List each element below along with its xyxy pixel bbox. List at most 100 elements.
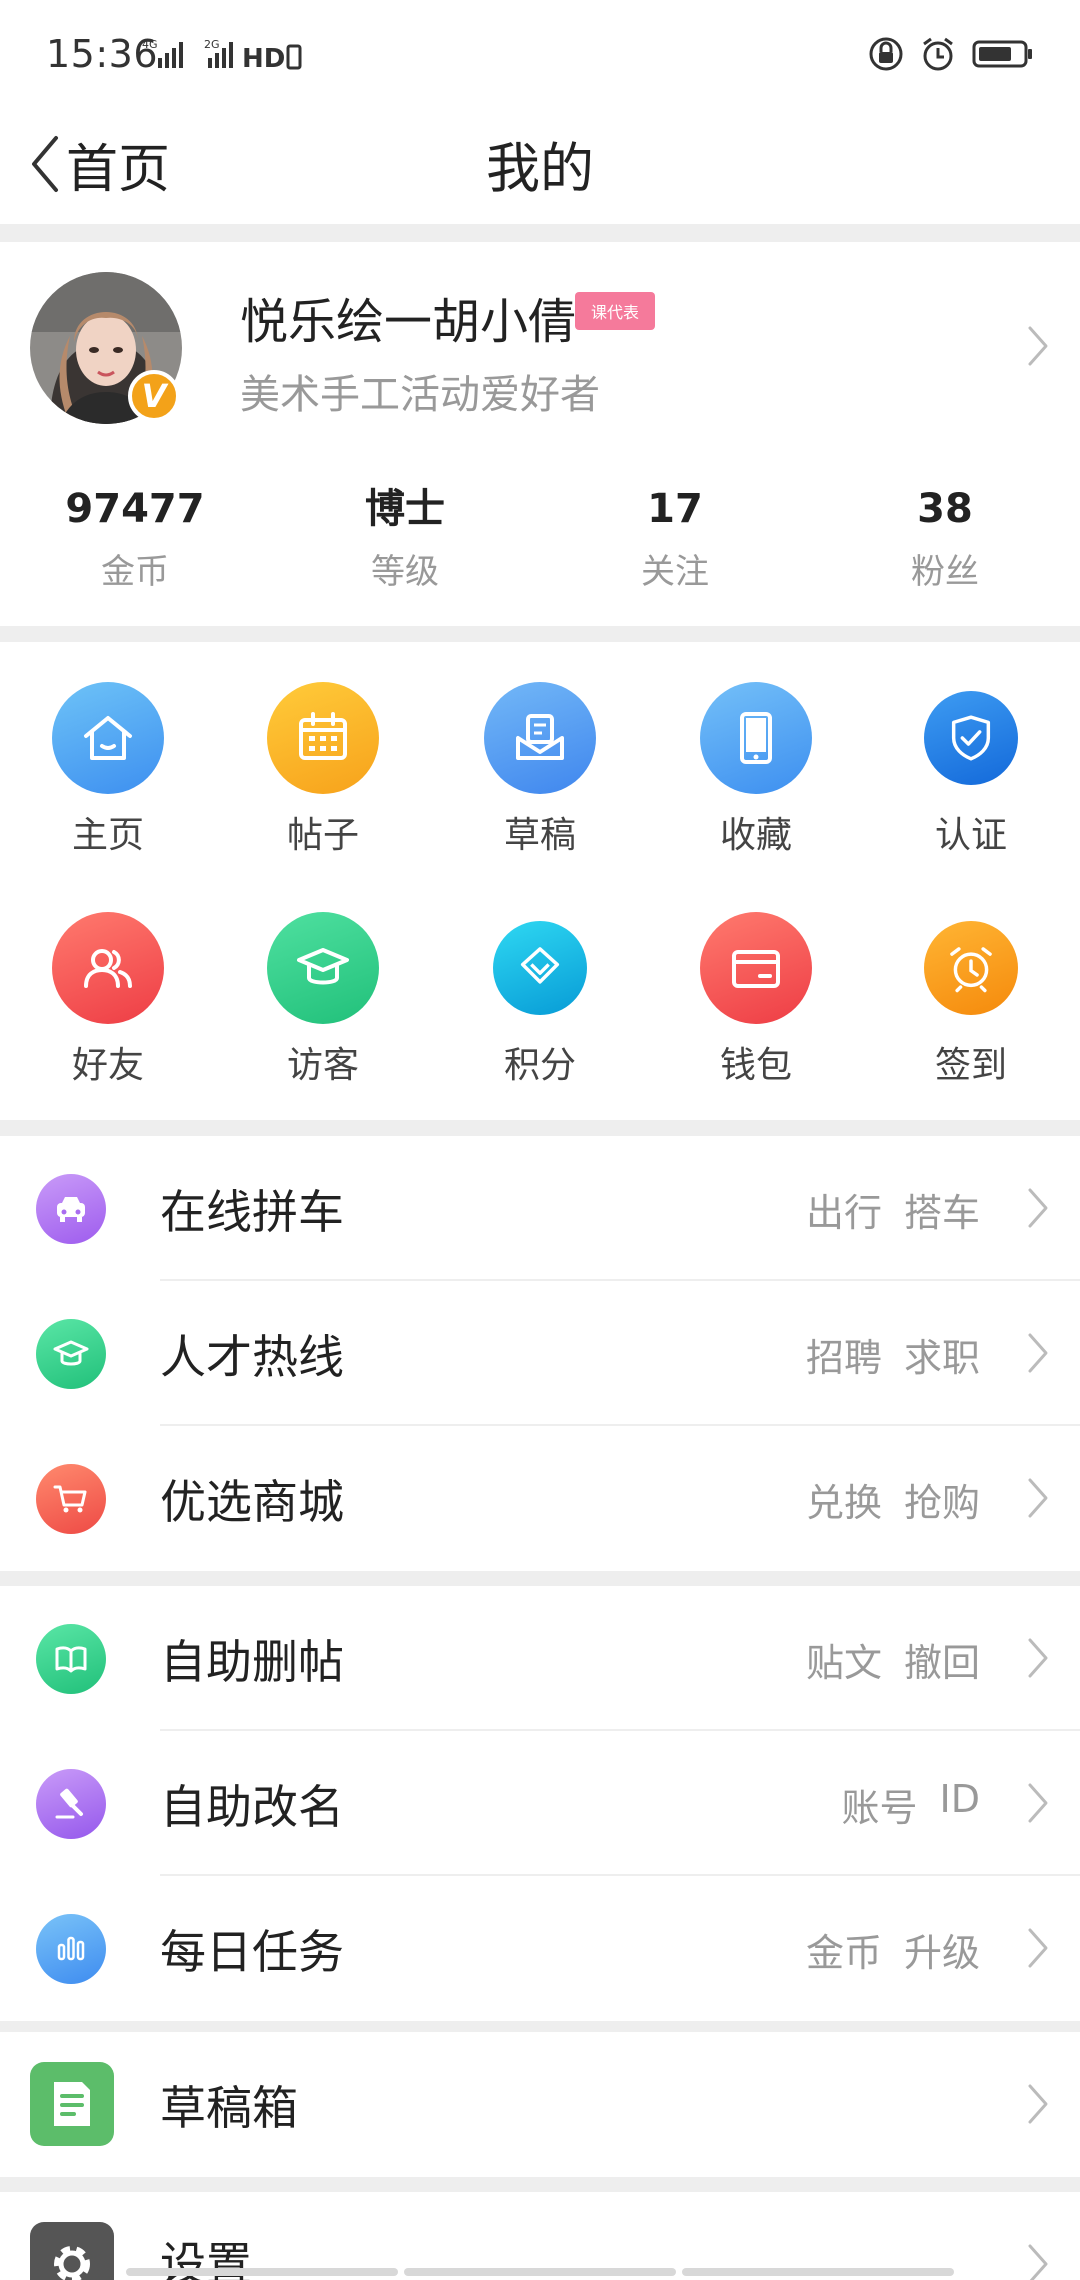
grid-item-posts[interactable]: 帖子 (248, 682, 398, 858)
grid-label: 好友 (71, 1045, 144, 1086)
verified-badge: V (128, 370, 180, 422)
avatar-wrap[interactable]: V (30, 272, 182, 424)
status-icons (868, 34, 1034, 74)
shortcut-grid: 主页 帖子 草稿 收藏 认证 好友 访客 积分 钱包 签到 (0, 642, 1080, 1120)
grid-item-favorites[interactable]: 收藏 (681, 682, 831, 858)
stat-coins[interactable]: 97477 金币 (0, 482, 270, 593)
stat-label: 金币 (101, 552, 169, 592)
signal-icon: 4G 2G HD (142, 38, 302, 70)
stat-label: 粉丝 (911, 552, 979, 592)
page-title: 我的 (486, 137, 594, 200)
stat-level[interactable]: 博士 等级 (270, 482, 540, 593)
role-badge: 课代表 (575, 292, 655, 330)
menu-row-rename[interactable]: 自助改名 账号 ID (0, 1731, 1080, 1876)
menu-tags: 兑换 抢购 (806, 1472, 980, 1527)
menu-label: 在线拼车 (160, 1185, 344, 1239)
stats-row: 97477 金币 博士 等级 17 关注 38 粉丝 (0, 482, 1080, 593)
indicator-segment (126, 2268, 398, 2276)
stat-label: 等级 (371, 552, 439, 592)
home-icon (52, 682, 164, 794)
profile-bio: 美术手工活动爱好者 (240, 372, 600, 418)
stat-value: 17 (647, 486, 703, 532)
calendar-icon (267, 682, 379, 794)
grid-item-home[interactable]: 主页 (33, 682, 183, 858)
menu-label: 优选商城 (160, 1475, 344, 1529)
menu-label: 草稿箱 (160, 2081, 298, 2135)
menu-tag: 账号 (841, 1786, 918, 1830)
network-a-label: 4G (142, 38, 158, 51)
bar-chart-icon (36, 1914, 106, 1984)
menu-tags: 贴文 撤回 (806, 1632, 980, 1687)
grid-item-points[interactable]: 积分 (465, 912, 615, 1088)
chevron-right-icon (1028, 1638, 1048, 1678)
indicator-segment (682, 2268, 954, 2276)
chevron-right-icon (1028, 1188, 1048, 1228)
chevron-right-icon (1028, 1783, 1048, 1823)
grid-label: 钱包 (719, 1045, 792, 1086)
battery-icon (972, 40, 1032, 68)
menu-group-tools: 自助删帖 贴文 撤回 自助改名 账号 ID 每日任务 金币 升级 (0, 1586, 1080, 2021)
shield-icon (924, 691, 1018, 785)
menu-tags: 金币 升级 (806, 1922, 980, 1977)
stat-value: 博士 (365, 486, 445, 532)
diamond-icon (493, 921, 587, 1015)
grid-label: 主页 (71, 815, 144, 856)
taxi-icon (36, 1174, 106, 1244)
menu-tag: 金币 (805, 1931, 882, 1975)
stat-followers[interactable]: 38 粉丝 (810, 482, 1080, 593)
status-bar: 15:36 4G 2G HD (0, 0, 1080, 108)
bottom-indicator (126, 2268, 954, 2276)
tablet-icon (700, 682, 812, 794)
network-b-label: 2G (204, 38, 220, 51)
menu-row-drafts-box[interactable]: 草稿箱 (0, 2032, 1080, 2177)
menu-tags: 招聘 求职 (806, 1327, 980, 1382)
menu-tags: 出行 搭车 (806, 1182, 980, 1237)
menu-tag: 兑换 (805, 1481, 882, 1525)
grid-label: 草稿 (503, 815, 576, 856)
menu-group-services: 在线拼车 出行 搭车 人才热线 招聘 求职 优选商城 兑换 抢购 (0, 1136, 1080, 1571)
nav-bar: 首页 我的 (0, 108, 1080, 224)
book-icon (36, 1624, 106, 1694)
wallet-icon (700, 912, 812, 1024)
grid-item-drafts[interactable]: 草稿 (465, 682, 615, 858)
menu-row-daily-tasks[interactable]: 每日任务 金币 升级 (0, 1876, 1080, 2021)
friends-icon (52, 912, 164, 1024)
stat-value: 38 (917, 486, 973, 532)
menu-group-drafts: 草稿箱 (0, 2032, 1080, 2177)
menu-row-carpool[interactable]: 在线拼车 出行 搭车 (0, 1136, 1080, 1281)
menu-row-talent[interactable]: 人才热线 招聘 求职 (0, 1281, 1080, 1426)
stat-following[interactable]: 17 关注 (540, 482, 810, 593)
menu-tag: 升级 (903, 1931, 980, 1975)
inbox-icon (484, 682, 596, 794)
grid-label: 收藏 (719, 815, 792, 856)
profile-card[interactable]: V 悦乐绘一胡小倩 课代表 美术手工活动爱好者 97477 金币 博士 等级 1… (0, 242, 1080, 626)
grid-item-visitors[interactable]: 访客 (248, 912, 398, 1088)
document-icon (30, 2062, 114, 2146)
menu-row-mall[interactable]: 优选商城 兑换 抢购 (0, 1426, 1080, 1571)
alarm-clock-icon (924, 921, 1018, 1015)
menu-tag: 求职 (903, 1336, 980, 1380)
menu-tag: 出行 (805, 1191, 882, 1235)
alarm-icon (923, 37, 953, 71)
menu-tag: 招聘 (805, 1336, 882, 1380)
menu-group-settings: 设置 (0, 2192, 1080, 2280)
grid-item-verify[interactable]: 认证 (896, 682, 1046, 858)
grid-label: 认证 (934, 815, 1007, 856)
menu-tag: 抢购 (903, 1481, 980, 1525)
grid-item-wallet[interactable]: 钱包 (681, 912, 831, 1088)
profile-name: 悦乐绘一胡小倩 (240, 294, 577, 350)
grid-item-friends[interactable]: 好友 (33, 912, 183, 1088)
graduation-cap-icon (36, 1319, 106, 1389)
menu-row-delete-post[interactable]: 自助删帖 贴文 撤回 (0, 1586, 1080, 1731)
gavel-icon (36, 1769, 106, 1839)
menu-label: 每日任务 (160, 1925, 344, 1979)
grid-label: 访客 (286, 1045, 359, 1086)
grid-label: 积分 (503, 1045, 576, 1086)
chevron-right-icon (1028, 1478, 1048, 1518)
cart-icon (36, 1464, 106, 1534)
chevron-right-icon[interactable] (1026, 324, 1050, 368)
menu-row-settings[interactable]: 设置 (0, 2192, 1080, 2280)
grid-item-checkin[interactable]: 签到 (896, 912, 1046, 1088)
menu-tag: 撤回 (903, 1641, 980, 1685)
menu-tag: 搭车 (903, 1191, 980, 1235)
